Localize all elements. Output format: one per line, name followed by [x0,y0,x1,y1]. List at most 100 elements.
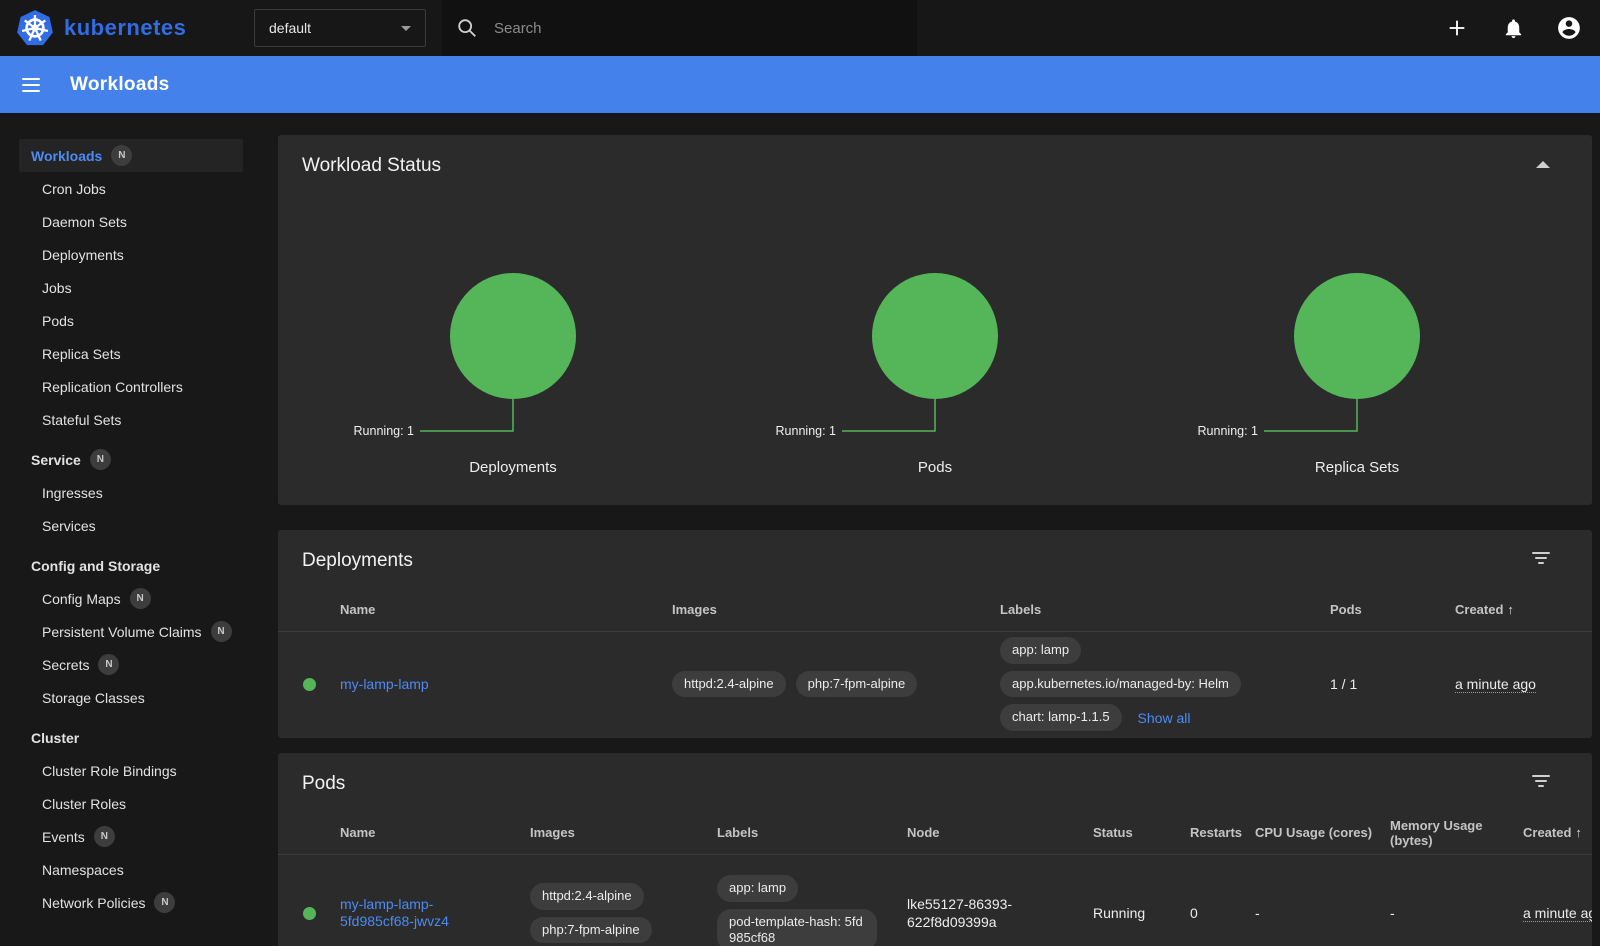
namespaced-badge: N [211,621,232,642]
chart-callout-label: Running: 1 [776,424,837,438]
column-header-node[interactable]: Node [907,825,1093,840]
chart-title: Replica Sets [1315,459,1399,476]
sidebar-item-cluster-roles[interactable]: Cluster Roles [19,787,243,820]
namespaced-badge: N [111,145,132,166]
column-header-labels[interactable]: Labels [717,825,907,840]
sidebar-item-label: Network Policies [42,895,145,911]
chart-title: Deployments [469,459,557,476]
namespace-value: default [269,20,311,36]
deployment-images: httpd:2.4-alpinephp:7-fpm-alpine [672,671,1000,698]
sidebar-item-namespaces[interactable]: Namespaces [19,853,243,886]
column-header-created[interactable]: Created ↑ [1523,825,1592,840]
sidebar-item-label: Config Maps [42,591,121,607]
column-header-pods[interactable]: Pods [1330,602,1455,617]
sidebar-item-daemon-sets[interactable]: Daemon Sets [19,205,243,238]
label-chip: chart: lamp-1.1.5 [1000,704,1122,731]
workload-status-card: Workload Status Running: 1 Deployments Run… [278,135,1592,505]
pod-status: Running [1093,904,1190,922]
sidebar-item-label: Storage Classes [42,690,145,706]
chart-title: Pods [918,459,952,476]
column-header-images[interactable]: Images [672,602,1000,617]
pods-title: Pods [278,753,1592,795]
sidebar-item-services[interactable]: Services [19,509,243,542]
sidebar-item-cron-jobs[interactable]: Cron Jobs [19,172,243,205]
sidebar-item-ingresses[interactable]: Ingresses [19,476,243,509]
workload-status-title: Workload Status [278,135,1592,177]
sidebar-item-network-policies[interactable]: Network Policies N [19,886,243,919]
column-header-cpu[interactable]: CPU Usage (cores) [1255,825,1390,840]
sidebar-item-cluster-role-bindings[interactable]: Cluster Role Bindings [19,754,243,787]
namespaced-badge: N [90,449,111,470]
pie-chart: Running: 1 [1146,191,1568,441]
top-actions [1444,15,1582,41]
label-chip: php:7-fpm-alpine [530,917,652,944]
sidebar-item-label: Cluster [31,730,79,746]
pod-name-link[interactable]: my-lamp-lamp-5fd985cf68-jwvz4 [340,896,518,931]
column-header-images[interactable]: Images [530,825,717,840]
pod-restarts: 0 [1190,904,1255,922]
label-chip: php:7-fpm-alpine [796,671,918,698]
sort-ascending-icon: ↑ [1575,825,1582,840]
brand-home-link[interactable]: kubernetes [16,9,254,47]
sidebar-item-label: Persistent Volume Claims [42,624,202,640]
sidebar-item-secrets[interactable]: SecretsN [19,648,243,681]
sidebar-item-label: Ingresses [42,485,103,501]
column-header-restarts[interactable]: Restarts [1190,825,1255,840]
pie-chart: Running: 1 [302,191,724,441]
sidebar-item-label: Replication Controllers [42,379,183,395]
namespaced-badge: N [94,826,115,847]
table-row: my-lamp-lamp httpd:2.4-alpinephp:7-fpm-a… [278,632,1592,736]
pods-table-header: Name Images Labels Node Status Restarts … [278,811,1592,855]
sidebar-item-pods[interactable]: Pods [19,304,243,337]
column-header-labels[interactable]: Labels [1000,602,1330,617]
column-header-name[interactable]: Name [340,602,672,617]
sidebar-item-label: Namespaces [42,862,124,878]
label-chip: app.kubernetes.io/managed-by: Helm [1000,671,1241,698]
namespace-selector[interactable]: default [254,9,426,47]
sidebar-item-label: Events [42,829,85,845]
sidebar-item-config-maps[interactable]: Config Maps N [19,582,243,615]
plus-icon [1446,17,1468,39]
column-header-created[interactable]: Created ↑ [1455,602,1592,617]
column-header-status[interactable]: Status [1093,825,1190,840]
sidebar-item-jobs[interactable]: Jobs [19,271,243,304]
sidebar-item-stateful-sets[interactable]: Stateful Sets [19,403,243,436]
sidebar-item-config-and-storage: Config and Storage [19,549,243,582]
sidebar-item-replica-sets[interactable]: Replica Sets [19,337,243,370]
search-input[interactable] [494,20,903,37]
sidebar-item-workloads[interactable]: WorkloadsN [19,139,243,172]
column-header-name[interactable]: Name [340,825,530,840]
pod-cpu-usage: - [1255,904,1390,922]
sidebar-item-service[interactable]: ServiceN [19,443,243,476]
sidebar-item-label: Replica Sets [42,346,121,362]
create-resource-button[interactable] [1444,15,1470,41]
label-chip: app: lamp [1000,637,1081,664]
namespaced-badge: N [130,588,151,609]
status-ok-icon [303,907,316,920]
show-all-link[interactable]: Show all [1138,709,1191,727]
namespaced-badge: N [154,892,175,913]
menu-button[interactable] [18,74,44,96]
filter-icon[interactable] [1530,773,1552,789]
column-header-memory[interactable]: Memory Usage (bytes) [1390,818,1523,848]
filter-icon[interactable] [1530,550,1552,566]
page-toolbar: Workloads [0,56,1600,113]
notifications-button[interactable] [1500,15,1526,41]
table-row: my-lamp-lamp-5fd985cf68-jwvz4 httpd:2.4-… [278,855,1592,946]
sort-ascending-icon: ↑ [1507,602,1514,617]
sidebar-nav: WorkloadsNCron JobsDaemon SetsDeployment… [0,113,256,946]
deployments-table-header: Name Images Labels Pods Created ↑ [278,588,1592,632]
sidebar-item-deployments[interactable]: Deployments [19,238,243,271]
sidebar-item-events[interactable]: Events N [19,820,243,853]
sidebar-item-replication-controllers[interactable]: Replication Controllers [19,370,243,403]
sidebar-item-label: Stateful Sets [42,412,121,428]
sidebar-item-persistent-volume-claims[interactable]: Persistent Volume Claims N [19,615,243,648]
sidebar-item-label: Cluster Role Bindings [42,763,177,779]
pod-images: httpd:2.4-alpinephp:7-fpm-alpine [530,883,717,944]
collapse-card-icon[interactable] [1536,161,1550,168]
kubernetes-logo [16,9,54,47]
account-button[interactable] [1556,15,1582,41]
sidebar-item-storage-classes[interactable]: Storage Classes [19,681,243,714]
deployment-name-link[interactable]: my-lamp-lamp [340,676,441,694]
pods-card: Pods Name Images Labels Node Status Rest… [278,753,1592,946]
